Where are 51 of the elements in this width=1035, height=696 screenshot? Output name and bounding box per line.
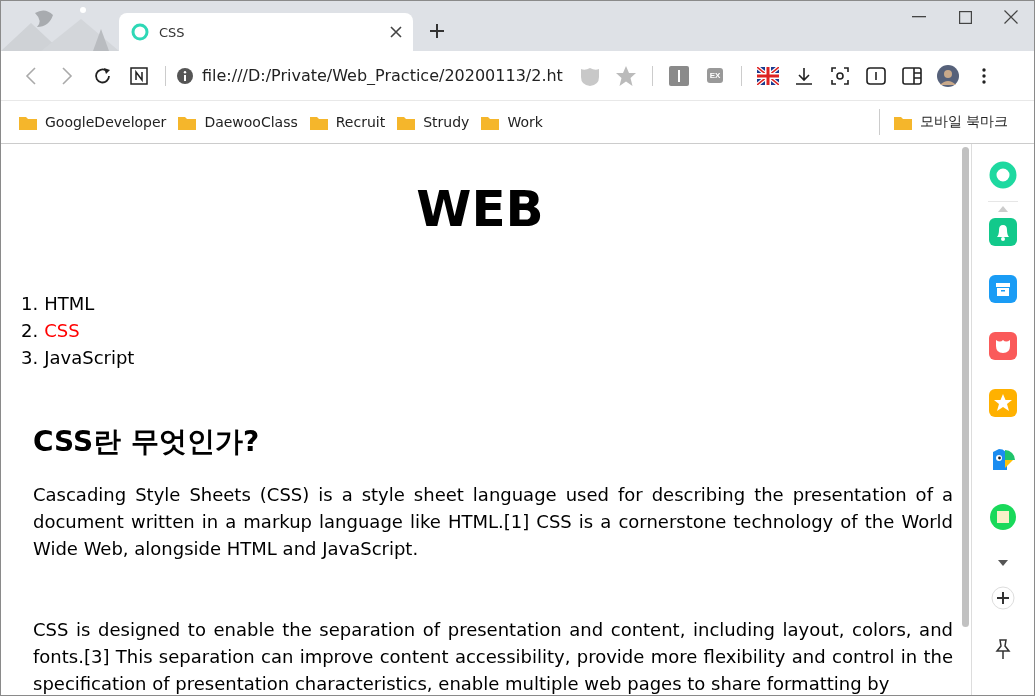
bell-icon[interactable] <box>989 218 1017 246</box>
scrollbar-thumb[interactable] <box>961 147 969 627</box>
add-icon[interactable] <box>991 586 1015 610</box>
bar-box-icon <box>668 64 690 87</box>
bookmark-folder[interactable]: Strudy <box>391 110 476 134</box>
folder-icon <box>309 114 328 130</box>
nav-link[interactable]: JavaScript <box>44 347 135 368</box>
n-box-icon <box>129 65 149 86</box>
folder-icon <box>397 114 416 130</box>
ring-icon <box>131 23 149 41</box>
flag-icon <box>757 66 779 85</box>
maximize-icon <box>958 10 972 24</box>
screenshot-icon <box>830 65 850 86</box>
plus-icon <box>429 23 445 39</box>
minimize-icon <box>912 16 926 18</box>
star-icon <box>615 64 637 87</box>
reader-icon <box>866 65 886 86</box>
folder-icon <box>893 114 912 130</box>
section-heading: CSS란 무엇인가? <box>33 424 261 460</box>
folder-icon <box>178 114 197 130</box>
folder-icon <box>19 114 37 130</box>
archive-icon[interactable] <box>989 275 1017 303</box>
bookmark-folder[interactable]: GoogleDeveloper <box>13 110 173 134</box>
browser-tab[interactable]: CSS <box>119 13 413 51</box>
reload-icon <box>93 65 113 86</box>
bookmark-folder[interactable]: DaewooClass <box>172 110 304 134</box>
bookmark-folder[interactable]: Recruit <box>303 110 392 134</box>
close-icon[interactable] <box>389 25 403 39</box>
pocket-icon[interactable] <box>989 332 1017 360</box>
info-icon[interactable] <box>176 66 194 85</box>
forward-icon <box>59 65 75 86</box>
page-title: WEB <box>415 180 545 238</box>
list-number: 3. <box>21 347 39 368</box>
address-field[interactable]: file:///D:/Private/Web_Practice/20200113/2.ht <box>202 66 570 85</box>
avatar-icon <box>937 64 959 87</box>
menu-icon <box>981 65 987 86</box>
bookmark-folder[interactable]: Work <box>475 110 549 134</box>
list-number: 2. <box>21 320 39 341</box>
sidebar-icon <box>902 65 922 86</box>
expand-icon[interactable] <box>998 560 1008 566</box>
paragraph: Cascading Style Sheets (CSS) is a style sheet language used for describing the presentation of a document written in a markup language like HTML.[1] CSS is a cornerstone technology of the World Wide Web, alongside HTML and JavaScript. <box>33 483 953 561</box>
pin-icon[interactable] <box>995 638 1011 660</box>
download-icon <box>794 65 814 86</box>
list-number: 1. <box>21 293 39 314</box>
back-icon <box>23 65 39 86</box>
nav-link[interactable]: CSS <box>44 320 80 341</box>
nav-link[interactable]: HTML <box>44 293 95 314</box>
folder-icon <box>481 114 500 130</box>
close-icon <box>1004 10 1018 24</box>
bookmark-folder[interactable]: 모바일 북마크 <box>878 109 1014 135</box>
paragraph: CSS is designed to enable the separation of presentation and content, including layout, colors, and fonts.[3] This separation can improve content accessibility, provide more flexibility and control in the specification of presentation characteristics, enable multiple web pages to share formatting by <box>33 618 953 695</box>
